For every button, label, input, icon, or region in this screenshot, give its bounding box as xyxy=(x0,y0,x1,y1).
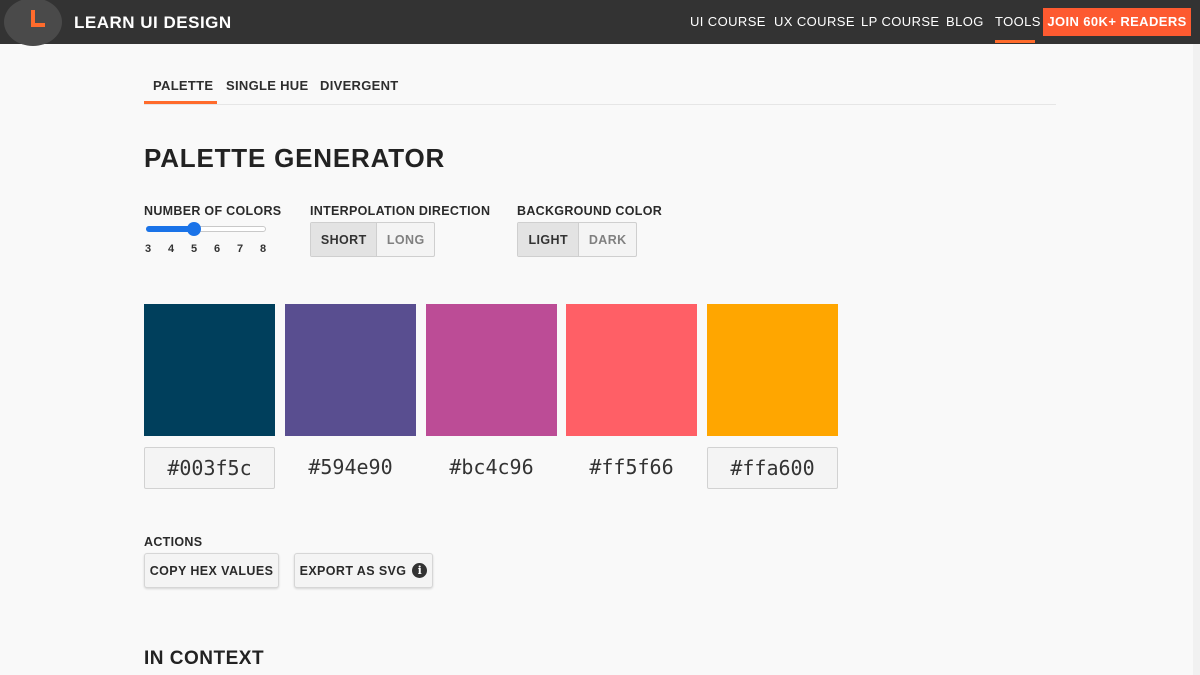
color-swatch[interactable] xyxy=(566,304,697,436)
slider-tick-5: 5 xyxy=(190,243,198,255)
nav-blog[interactable]: BLOG xyxy=(946,14,984,29)
dark-button[interactable]: DARK xyxy=(578,223,636,256)
copy-hex-values-label: COPY HEX VALUES xyxy=(149,563,274,578)
nav-tools[interactable]: TOOLS xyxy=(995,14,1041,29)
tab-single-hue[interactable]: SINGLE HUE xyxy=(226,78,308,93)
join-readers-button[interactable]: JOIN 60K+ READERS xyxy=(1043,8,1191,36)
hex-value[interactable]: #ff5f66 xyxy=(566,447,697,489)
slider-thumb[interactable] xyxy=(187,222,201,236)
info-icon[interactable]: i xyxy=(412,563,428,578)
copy-hex-values-button[interactable]: COPY HEX VALUES xyxy=(144,553,279,588)
nav-active-indicator xyxy=(995,40,1035,43)
interpolation-direction-label: INTERPOLATION DIRECTION xyxy=(310,204,491,218)
background-toggle: LIGHT DARK xyxy=(517,222,637,257)
export-svg-button[interactable]: EXPORT AS SVG i xyxy=(294,553,433,588)
background-color-label: BACKGROUND COLOR xyxy=(517,204,663,218)
slider-tick-3: 3 xyxy=(144,243,152,255)
color-swatch[interactable] xyxy=(144,304,275,436)
page-title: PALETTE GENERATOR xyxy=(144,143,446,173)
long-button[interactable]: LONG xyxy=(376,223,434,256)
light-button[interactable]: LIGHT xyxy=(518,223,579,256)
interpolation-toggle: SHORT LONG xyxy=(310,222,435,257)
nav-ui-course[interactable]: UI COURSE xyxy=(690,14,766,29)
short-button[interactable]: SHORT xyxy=(311,223,377,256)
slider-tick-6: 6 xyxy=(213,243,221,255)
tab-divergent[interactable]: DIVERGENT xyxy=(320,78,399,93)
slider-tick-7: 7 xyxy=(236,243,244,255)
tabs-divider xyxy=(144,104,1056,105)
top-navigation: LEARN UI DESIGN UI COURSE UX COURSE LP C… xyxy=(0,0,1200,46)
scrollbar[interactable] xyxy=(1193,44,1200,675)
color-swatch[interactable] xyxy=(426,304,557,436)
slider-tick-4: 4 xyxy=(167,243,175,255)
brand-name[interactable]: LEARN UI DESIGN xyxy=(74,13,232,33)
hex-value[interactable]: #ffa600 xyxy=(707,447,838,489)
color-swatch[interactable] xyxy=(285,304,416,436)
tab-active-indicator xyxy=(144,101,217,104)
tab-palette[interactable]: PALETTE xyxy=(153,78,213,93)
hex-value[interactable]: #bc4c96 xyxy=(426,447,557,489)
in-context-title: IN CONTEXT xyxy=(144,648,265,669)
logo[interactable] xyxy=(4,0,62,46)
actions-label: ACTIONS xyxy=(144,535,203,549)
color-swatch[interactable] xyxy=(707,304,838,436)
hex-value[interactable]: #003f5c xyxy=(144,447,275,489)
hex-value[interactable]: #594e90 xyxy=(285,447,416,489)
number-of-colors-label: NUMBER OF COLORS xyxy=(144,204,282,218)
slider-tick-8: 8 xyxy=(259,243,267,255)
export-svg-label: EXPORT AS SVG xyxy=(299,563,407,578)
nav-ux-course[interactable]: UX COURSE xyxy=(774,14,855,29)
nav-lp-course[interactable]: LP COURSE xyxy=(861,14,940,29)
logo-l-icon xyxy=(31,10,45,27)
